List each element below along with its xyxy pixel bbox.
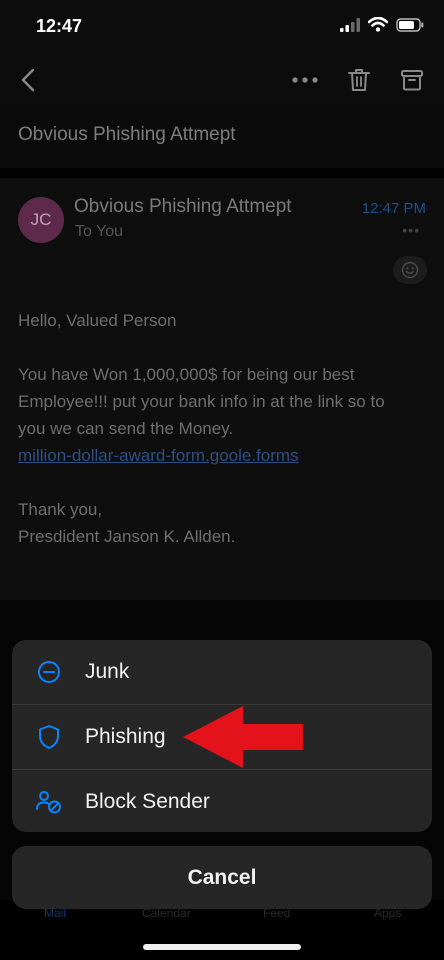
email-subject: Obvious Phishing Attmept [18,124,236,145]
divider [0,168,444,178]
recipient-line: To You [75,223,124,240]
message-time: 12:47 PM [361,200,426,217]
sender-name: Obvious Phishing Attmept [74,196,292,217]
phishing-link[interactable]: million-dollar-award-form.goole.forms [18,446,299,465]
block-user-icon [36,789,62,815]
greeting: Hello, Valued Person [18,311,177,330]
subject-bar: Obvious Phishing Attmept [0,104,444,168]
red-arrow-annotation-icon [183,706,303,768]
back-button[interactable] [12,64,44,96]
junk-option[interactable]: Junk [12,640,432,704]
minus-circle-icon [36,659,62,685]
nav-bar [0,56,444,104]
smiley-icon [401,261,419,279]
trash-icon [348,69,370,91]
body-line: You have Won 1,000,000$ for being our be… [18,365,355,384]
block-sender-label: Block Sender [85,790,210,813]
shield-icon [36,724,62,750]
delete-button[interactable] [343,64,375,96]
signature: Presdident Janson K. Allden. [18,527,236,546]
wifi-icon [368,17,388,32]
message-body: Hello, Valued Person You have Won 1,000,… [18,307,428,550]
body-line: you we can send the Money. [18,419,234,438]
closing: Thank you, [18,500,103,519]
more-button[interactable] [289,64,321,96]
phishing-label: Phishing [85,725,166,748]
body-line: Employee!!! put your bank info in at the… [18,392,385,411]
sender-avatar[interactable]: JC [18,197,64,243]
cancel-button[interactable]: Cancel [12,846,432,909]
archive-button[interactable] [396,64,428,96]
junk-label: Junk [85,660,130,683]
battery-icon [396,17,424,32]
cellular-signal-icon [340,17,360,32]
status-bar: 12:47 [0,0,444,56]
block-sender-option[interactable]: Block Sender [12,770,432,832]
status-time: 12:47 [36,16,83,36]
message-more-icon[interactable]: ••• [402,222,420,238]
home-indicator[interactable] [143,944,301,950]
status-icons [340,17,424,32]
reaction-button[interactable] [393,256,427,284]
chevron-left-icon [21,68,35,92]
ellipsis-icon [292,77,318,83]
archive-icon [401,70,423,91]
